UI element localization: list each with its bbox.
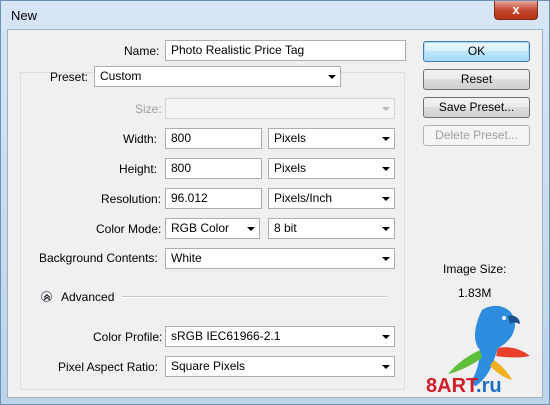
chevron-down-icon xyxy=(382,137,390,141)
name-input[interactable]: Photo Realistic Price Tag xyxy=(165,40,406,61)
chevron-down-icon xyxy=(382,107,390,111)
chevron-down-icon xyxy=(382,197,390,201)
chevron-down-icon xyxy=(382,365,390,369)
bit-depth-select[interactable]: 8 bit xyxy=(268,218,395,239)
color-mode-label: Color Mode: xyxy=(96,222,162,236)
height-unit-select[interactable]: Pixels xyxy=(268,158,395,179)
height-unit-value: Pixels xyxy=(274,161,307,175)
chevron-up-circle-icon xyxy=(43,293,51,301)
image-size-label: Image Size: xyxy=(443,262,507,276)
chevron-down-icon xyxy=(382,257,390,261)
background-label: Background Contents: xyxy=(39,251,158,265)
bit-depth-value: 8 bit xyxy=(274,221,297,235)
size-select[interactable] xyxy=(165,98,395,119)
color-mode-select[interactable]: RGB Color xyxy=(165,218,260,239)
advanced-label[interactable]: Advanced xyxy=(61,290,114,304)
preset-select[interactable]: Custom xyxy=(94,66,341,87)
chevron-down-icon xyxy=(382,167,390,171)
name-label: Name: xyxy=(124,44,160,58)
height-label: Height: xyxy=(119,162,158,176)
width-label: Width: xyxy=(123,132,158,146)
pixel-aspect-value: Square Pixels xyxy=(171,359,246,373)
pixel-aspect-select[interactable]: Square Pixels xyxy=(165,356,395,377)
delete-preset-button[interactable]: Delete Preset... xyxy=(423,125,530,146)
size-label: Size: xyxy=(135,102,162,116)
resolution-unit-select[interactable]: Pixels/Inch xyxy=(268,188,395,209)
dialog-title: New xyxy=(11,8,38,23)
close-icon: x xyxy=(512,2,520,17)
ok-button[interactable]: OK xyxy=(423,41,530,62)
color-profile-value: sRGB IEC61966-2.1 xyxy=(171,329,281,343)
image-size-value: 1.83M xyxy=(458,286,492,300)
chevron-down-icon xyxy=(382,335,390,339)
advanced-toggle[interactable] xyxy=(41,291,52,302)
chevron-down-icon xyxy=(247,227,255,231)
color-profile-label: Color Profile: xyxy=(93,330,163,344)
chevron-down-icon xyxy=(328,75,336,79)
save-preset-button[interactable]: Save Preset... xyxy=(423,97,530,118)
advanced-separator xyxy=(122,296,387,298)
resolution-label: Resolution: xyxy=(101,192,162,206)
watermark-tld: .ru xyxy=(476,375,502,397)
pixel-aspect-label: Pixel Aspect Ratio: xyxy=(58,360,159,374)
color-profile-select[interactable]: sRGB IEC61966-2.1 xyxy=(165,326,395,347)
close-button[interactable]: x xyxy=(494,1,538,20)
background-select[interactable]: White xyxy=(165,248,395,269)
preset-label: Preset: xyxy=(50,70,89,84)
chevron-down-icon xyxy=(382,227,390,231)
watermark-text: 8ART.ru xyxy=(426,375,502,398)
watermark-brand: 8ART xyxy=(426,375,477,397)
title-bar[interactable]: New x xyxy=(1,1,549,31)
width-input[interactable]: 800 xyxy=(165,128,262,149)
preset-value: Custom xyxy=(100,69,142,83)
color-mode-value: RGB Color xyxy=(171,221,230,235)
height-input[interactable]: 800 xyxy=(165,158,262,179)
resolution-unit-value: Pixels/Inch xyxy=(274,191,333,205)
background-value: White xyxy=(171,251,202,265)
resolution-input[interactable]: 96.012 xyxy=(165,188,262,209)
reset-button[interactable]: Reset xyxy=(423,69,530,90)
width-unit-select[interactable]: Pixels xyxy=(268,128,395,149)
width-unit-value: Pixels xyxy=(274,131,307,145)
